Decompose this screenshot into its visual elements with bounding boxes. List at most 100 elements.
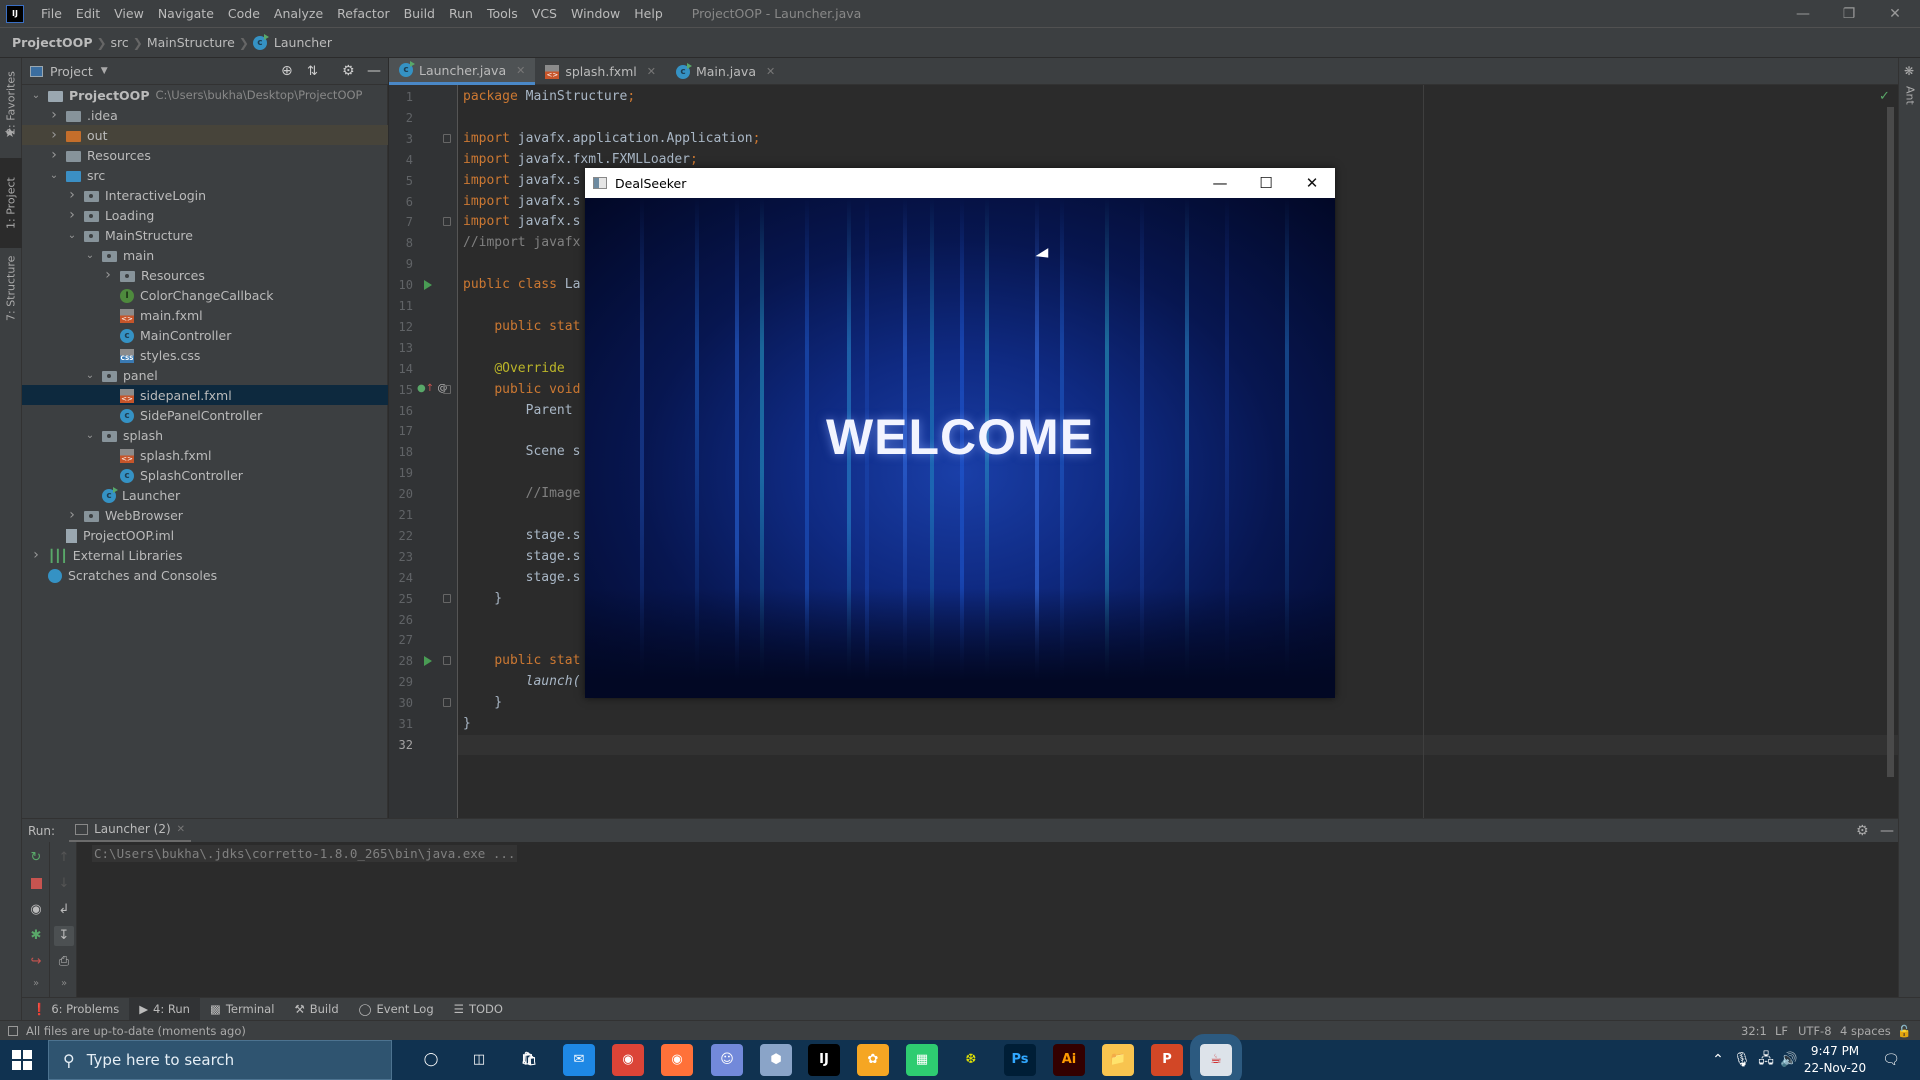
close-button[interactable]: ✕ (1872, 0, 1918, 28)
volume-icon[interactable]: 🔊 (1778, 1040, 1800, 1080)
tree-item[interactable]: CSS styles.css (22, 345, 388, 365)
taskbar-chrome-icon[interactable]: ◉ (612, 1044, 644, 1076)
tab-event-log[interactable]: ◯ Event Log (349, 998, 444, 1021)
chevron-down-icon[interactable]: ▼ (101, 66, 108, 76)
run-gutter-icon[interactable] (424, 656, 432, 667)
tab-todo[interactable]: ☰ TODO (444, 998, 513, 1021)
chevron-down-icon[interactable]: ⌄ (48, 170, 60, 181)
minimize-button[interactable]: — (1780, 0, 1826, 28)
stop-icon[interactable] (26, 874, 46, 894)
tab-main-java[interactable]: c Main.java ✕ (666, 58, 785, 85)
taskbar-app-green-icon[interactable]: ▦ (906, 1044, 938, 1076)
code-line[interactable]: stage.s (463, 526, 581, 546)
taskbar-scene-builder-icon[interactable]: ❆ (955, 1044, 987, 1076)
tab-project[interactable]: 1: Project (0, 158, 22, 248)
restore-button[interactable]: ❐ (1826, 0, 1872, 28)
tree-item[interactable]: <> main.fxml (22, 305, 388, 325)
debug-restart-icon[interactable]: ✱ (26, 926, 46, 946)
rerun-icon[interactable]: ↻ (26, 848, 46, 868)
code-line[interactable]: public stat (463, 651, 580, 671)
tab-structure[interactable]: 7: Structure (0, 248, 22, 328)
chevron-right-icon[interactable]: › (48, 107, 60, 123)
breadcrumb-project[interactable]: ProjectOOP (8, 35, 96, 50)
taskbar-illustrator-icon[interactable]: Ai (1053, 1044, 1085, 1076)
tree-item[interactable]: › Resources (22, 145, 388, 165)
code-line[interactable]: } (463, 714, 471, 734)
fold-icon[interactable] (443, 593, 451, 603)
menu-vcs[interactable]: VCS (525, 6, 564, 21)
gear-icon[interactable]: ⚙ (1856, 823, 1869, 839)
close-tab-icon[interactable]: ✕ (516, 64, 525, 77)
tab-terminal[interactable]: ▩ Terminal (200, 998, 284, 1021)
camera-dump-icon[interactable]: ◉ (26, 900, 46, 920)
editor-scrollbar[interactable] (1887, 107, 1894, 777)
tree-item[interactable]: ⌄ main (22, 245, 388, 265)
code-line[interactable]: public class La (463, 275, 580, 295)
code-line[interactable]: public void (463, 380, 580, 400)
dealseeker-close-button[interactable]: ✕ (1289, 168, 1335, 198)
tray-overflow-icon[interactable]: ⌃ (1706, 1040, 1730, 1080)
code-line[interactable]: stage.s (463, 568, 581, 588)
tree-item[interactable]: ⌄ MainStructure (22, 225, 388, 245)
network-icon[interactable]: 🖧 (1754, 1040, 1778, 1080)
tree-item[interactable]: ⌄ splash (22, 425, 388, 445)
tree-item[interactable]: › Resources (22, 265, 388, 285)
tree-item[interactable]: I ColorChangeCallback (22, 285, 388, 305)
code-line[interactable]: @Override (463, 359, 564, 379)
menu-edit[interactable]: Edit (69, 6, 107, 21)
code-line[interactable]: stage.s (463, 547, 581, 567)
code-line[interactable]: public stat (463, 317, 580, 337)
fold-icon[interactable] (443, 384, 451, 394)
tab-problems[interactable]: ❗ 6: Problems (22, 998, 129, 1021)
soft-wrap-icon[interactable]: ↲ (54, 900, 74, 920)
menu-build[interactable]: Build (397, 6, 442, 21)
tree-item[interactable]: c MainController (22, 325, 388, 345)
line-separator[interactable]: LF (1775, 1024, 1788, 1038)
tree-item[interactable]: ProjectOOP.iml (22, 525, 388, 545)
tree-item[interactable]: c Launcher (22, 485, 388, 505)
tool-windows-toggle-icon[interactable] (8, 1025, 18, 1036)
taskbar-java-app-icon[interactable]: ☕ (1190, 1034, 1242, 1080)
close-tab-icon[interactable]: ✕ (766, 65, 775, 78)
taskbar-app-orange-icon[interactable]: ✿ (857, 1044, 889, 1076)
taskbar-microsoft-store-icon[interactable]: 🛍 (513, 1044, 545, 1076)
tab-build[interactable]: ⚒ Build (284, 998, 348, 1021)
code-line[interactable]: } (463, 589, 502, 609)
chevron-down-icon[interactable]: ⌄ (84, 250, 96, 261)
code-line[interactable]: import javafx.fxml.FXMLLoader; (463, 150, 698, 170)
taskbar-file-explorer-icon[interactable]: 📁 (1102, 1044, 1134, 1076)
exit-icon[interactable]: ↪ (26, 952, 46, 972)
taskbar-cortana-icon[interactable]: ◯ (415, 1044, 447, 1076)
tree-item[interactable]: › ┃┃┃ External Libraries (22, 545, 388, 565)
chevron-down-icon[interactable]: ⌄ (84, 370, 96, 381)
taskbar-firefox-icon[interactable]: ◉ (661, 1044, 693, 1076)
run-tab-launcher[interactable]: Launcher (2) ✕ (69, 819, 192, 843)
chevron-right-icon[interactable]: › (66, 187, 78, 203)
code-line[interactable]: package MainStructure; (463, 87, 635, 107)
taskbar-clock[interactable]: 9:47 PM 22-Nov-20 (1800, 1043, 1870, 1077)
action-center-icon[interactable]: 🗨 (1876, 1040, 1906, 1080)
more-icon[interactable]: » (54, 974, 74, 994)
taskbar-discord-icon[interactable]: ☺ (711, 1044, 743, 1076)
hide-icon[interactable]: — (1880, 823, 1894, 839)
taskbar-mail-icon[interactable]: ✉ (563, 1044, 595, 1076)
code-line[interactable]: Scene s (463, 442, 581, 462)
fold-icon[interactable] (443, 656, 451, 666)
tab-launcher-java[interactable]: c Launcher.java ✕ (389, 58, 536, 85)
breadcrumb-src[interactable]: src (107, 35, 133, 50)
chevron-right-icon[interactable]: › (66, 207, 78, 223)
chevron-right-icon[interactable]: › (66, 507, 78, 523)
collapse-all-icon[interactable]: ⇅ (307, 64, 318, 79)
scroll-to-end-icon[interactable]: ↧ (54, 926, 74, 946)
menu-view[interactable]: View (107, 6, 151, 21)
fold-icon[interactable] (443, 133, 451, 143)
dealseeker-titlebar[interactable]: DealSeeker — ☐ ✕ (585, 168, 1335, 198)
menu-help[interactable]: Help (627, 6, 670, 21)
menu-refactor[interactable]: Refactor (330, 6, 396, 21)
locate-icon[interactable]: ⊕ (281, 63, 293, 79)
tree-item[interactable]: ⌄ src (22, 165, 388, 185)
code-line[interactable]: Parent (463, 401, 580, 421)
microphone-icon[interactable]: 🎙 (1732, 1040, 1752, 1080)
down-arrow-icon[interactable]: ↓ (54, 874, 74, 894)
code-line[interactable]: import javafx.application.Application; (463, 129, 760, 149)
